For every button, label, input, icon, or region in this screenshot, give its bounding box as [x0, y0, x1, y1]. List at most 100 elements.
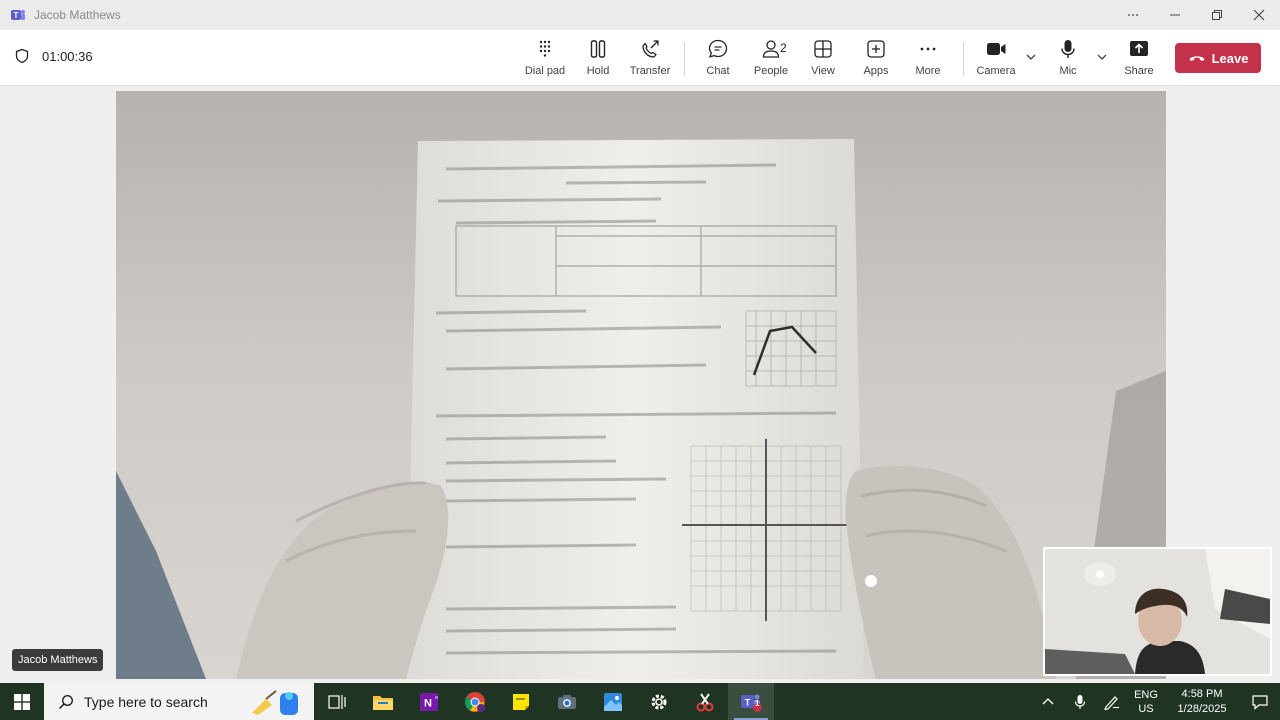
notifications-button[interactable] — [1240, 683, 1280, 720]
onenote-button[interactable]: N — [406, 683, 452, 720]
microphone-icon — [1074, 694, 1086, 709]
snipping-tool-button[interactable] — [682, 683, 728, 720]
chevron-down-icon[interactable] — [1024, 50, 1038, 64]
chrome-button[interactable] — [452, 683, 498, 720]
call-timer-text: 01:00:36 — [42, 48, 93, 64]
task-view-icon — [328, 694, 346, 709]
dial-pad-button[interactable]: Dial pad — [517, 38, 573, 80]
mic-button[interactable]: Mic — [1040, 38, 1096, 80]
folder-icon — [373, 695, 393, 710]
task-view-button[interactable] — [314, 683, 360, 720]
microphone-icon — [1061, 40, 1075, 58]
microphone-tray-button[interactable] — [1064, 683, 1096, 720]
teams-notification-badge: 1 — [755, 699, 760, 708]
dial-pad-icon — [539, 40, 551, 57]
window-controls — [1112, 0, 1280, 30]
clock-time: 4:58 PM — [1181, 687, 1223, 700]
chevron-up-icon — [1042, 697, 1054, 704]
search-highlight-icon — [252, 690, 298, 715]
close-button[interactable] — [1238, 0, 1280, 30]
minimize-button[interactable] — [1154, 0, 1196, 30]
chat-icon — [708, 39, 728, 58]
sticky-notes-button[interactable] — [498, 683, 544, 720]
hold-button[interactable]: Hold — [570, 38, 626, 80]
toolbar-divider — [684, 42, 685, 76]
chat-button[interactable]: Chat — [690, 38, 746, 80]
dial-pad-label: Dial pad — [524, 65, 566, 77]
svg-text:T: T — [14, 11, 19, 20]
mic-label: Mic — [1059, 65, 1077, 77]
ellipsis-icon — [920, 47, 936, 51]
add-app-icon — [867, 40, 885, 58]
search-placeholder: Type here to search — [84, 693, 208, 710]
call-timer: 01:00:36 — [14, 48, 93, 64]
leave-label: Leave — [1211, 50, 1249, 66]
camera-label: Camera — [976, 65, 1016, 77]
video-frame-illustration — [116, 91, 1166, 679]
pause-icon — [590, 40, 606, 58]
share-screen-icon — [1130, 41, 1148, 56]
share-label: Share — [1124, 65, 1154, 77]
windows-taskbar: Type here to search N T 1 ENG US 4:58 PM… — [0, 683, 1280, 720]
window-title: Jacob Matthews — [34, 8, 121, 22]
more-label: More — [915, 65, 941, 77]
settings-button[interactable] — [636, 683, 682, 720]
snipping-tool-icon — [696, 692, 714, 711]
participant-video[interactable] — [116, 91, 1166, 679]
restore-icon — [1212, 10, 1222, 20]
grid-view-icon — [814, 40, 832, 58]
camera-button[interactable]: Camera — [968, 38, 1024, 80]
chat-label: Chat — [706, 65, 730, 77]
sticky-note-icon — [513, 693, 529, 710]
self-view-illustration — [1045, 549, 1270, 674]
start-button[interactable] — [0, 683, 44, 720]
more-options-button[interactable] — [1112, 0, 1154, 30]
transfer-button[interactable]: Transfer — [622, 38, 678, 80]
region-code: US — [1138, 702, 1154, 715]
self-view-video[interactable] — [1043, 547, 1272, 676]
camera-app-button[interactable] — [544, 683, 590, 720]
minimize-icon — [1170, 14, 1180, 16]
apps-button[interactable]: Apps — [848, 38, 904, 80]
transfer-label: Transfer — [629, 65, 671, 77]
apps-label: Apps — [863, 65, 889, 77]
hold-label: Hold — [586, 65, 610, 77]
windows-logo-icon — [14, 693, 30, 710]
show-hidden-icons-button[interactable] — [1032, 683, 1064, 720]
svg-text:N: N — [424, 697, 432, 709]
leave-button[interactable]: Leave — [1175, 43, 1261, 73]
notification-icon — [1252, 694, 1268, 710]
video-camera-icon — [987, 43, 1006, 55]
language-indicator[interactable]: ENG US — [1128, 688, 1164, 716]
call-toolbar: 01:00:36 Dial pad Hold Transfer Chat 2 P… — [0, 30, 1280, 86]
file-explorer-button[interactable] — [360, 683, 406, 720]
gear-icon — [651, 694, 667, 709]
share-button[interactable]: Share — [1111, 38, 1167, 80]
chevron-down-icon[interactable] — [1095, 50, 1109, 64]
taskbar-search[interactable]: Type here to search — [44, 683, 314, 720]
phone-transfer-icon — [642, 40, 659, 58]
people-icon — [762, 40, 780, 58]
chrome-icon — [464, 691, 485, 712]
onenote-icon: N — [420, 692, 438, 711]
view-button[interactable]: View — [795, 38, 851, 80]
photos-icon — [604, 692, 622, 711]
restore-button[interactable] — [1196, 0, 1238, 30]
more-button[interactable]: More — [900, 38, 956, 80]
call-stage: Jacob Matthews — [0, 87, 1280, 683]
clock[interactable]: 4:58 PM 1/28/2025 — [1164, 687, 1240, 717]
clock-date: 1/28/2025 — [1177, 702, 1227, 715]
participant-name-tag: Jacob Matthews — [12, 649, 104, 671]
people-button[interactable]: 2 People — [743, 38, 799, 80]
teams-logo-icon: T — [11, 10, 25, 20]
toolbar-divider — [963, 42, 964, 76]
pen-menu-button[interactable] — [1096, 683, 1128, 720]
view-label: View — [811, 65, 835, 77]
paint-button[interactable] — [590, 683, 636, 720]
teams-taskbar-button[interactable]: T 1 — [728, 683, 774, 720]
people-label: People — [753, 65, 789, 77]
camera-icon — [558, 694, 576, 709]
pen-icon — [1104, 695, 1120, 710]
system-tray: ENG US 4:58 PM 1/28/2025 — [1032, 683, 1280, 720]
hang-up-icon — [1189, 56, 1205, 61]
